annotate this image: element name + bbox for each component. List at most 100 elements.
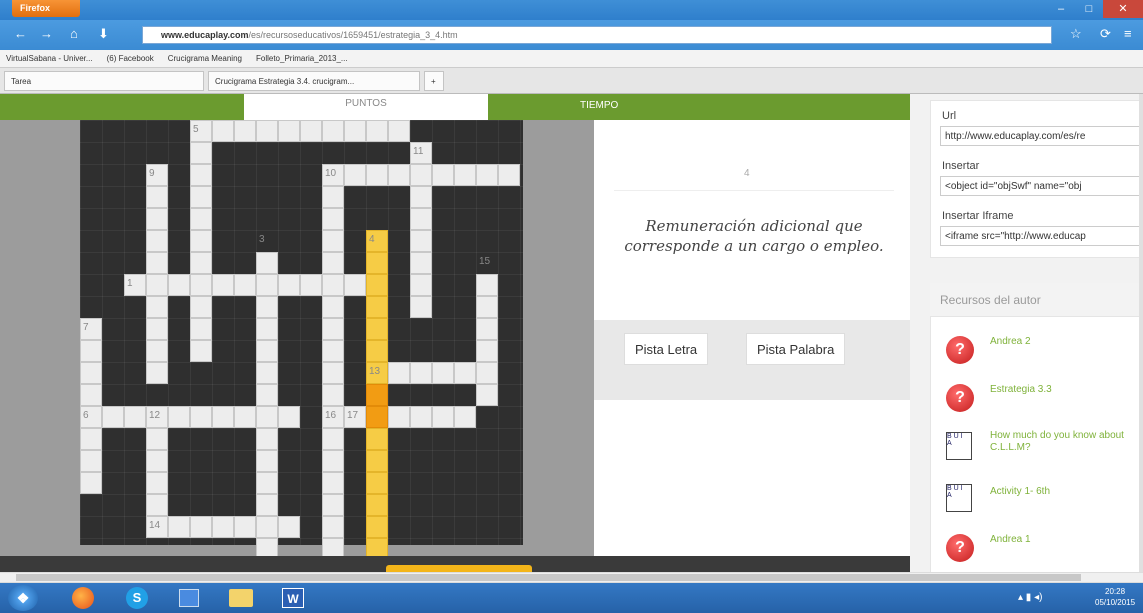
question-icon[interactable]: ? bbox=[946, 336, 974, 364]
crossword-cell[interactable] bbox=[454, 406, 476, 428]
crossword-cell[interactable] bbox=[432, 362, 454, 384]
crossword-cell[interactable] bbox=[146, 186, 168, 208]
crossword-cell[interactable] bbox=[476, 164, 498, 186]
crossword-cell[interactable] bbox=[146, 318, 168, 340]
crossword-cell[interactable] bbox=[476, 274, 498, 296]
crossword-cell[interactable] bbox=[168, 516, 190, 538]
crossword-cell[interactable] bbox=[476, 362, 498, 384]
crossword-cell[interactable] bbox=[146, 274, 168, 296]
crossword-cell[interactable] bbox=[146, 208, 168, 230]
crossword-cell[interactable] bbox=[388, 120, 410, 142]
crossword-cell[interactable] bbox=[322, 494, 344, 516]
crossword-cell[interactable] bbox=[256, 296, 278, 318]
crossword-cell[interactable] bbox=[146, 428, 168, 450]
crossword-cell[interactable] bbox=[146, 252, 168, 274]
resource-link-1[interactable]: Estrategia 3.3 bbox=[990, 384, 1130, 396]
crossword-cell[interactable] bbox=[344, 164, 366, 186]
forward-icon[interactable]: → bbox=[40, 26, 53, 41]
crossword-cell[interactable] bbox=[366, 428, 388, 450]
text-format-icon[interactable]: B U IA bbox=[946, 484, 972, 512]
crossword-cell[interactable] bbox=[256, 274, 278, 296]
crossword-cell[interactable] bbox=[190, 296, 212, 318]
crossword-cell[interactable] bbox=[410, 296, 432, 318]
url-field[interactable]: http://www.educaplay.com/es/re bbox=[940, 126, 1140, 146]
crossword-cell[interactable] bbox=[190, 230, 212, 252]
crossword-cell[interactable] bbox=[410, 230, 432, 252]
crossword-cell[interactable] bbox=[366, 296, 388, 318]
crossword-cell[interactable] bbox=[322, 472, 344, 494]
address-bar[interactable]: www.educaplay.com/es/recursoseducativos/… bbox=[142, 26, 1052, 44]
crossword-cell[interactable] bbox=[146, 362, 168, 384]
crossword-cell[interactable] bbox=[366, 450, 388, 472]
crossword-cell[interactable] bbox=[190, 516, 212, 538]
crossword-cell[interactable] bbox=[256, 428, 278, 450]
resource-link-0[interactable]: Andrea 2 bbox=[990, 336, 1130, 348]
crossword-cell[interactable] bbox=[278, 120, 300, 142]
crossword-cell[interactable] bbox=[278, 274, 300, 296]
crossword-cell[interactable] bbox=[190, 208, 212, 230]
crossword-cell[interactable] bbox=[278, 406, 300, 428]
crossword-cell[interactable] bbox=[366, 274, 388, 296]
crossword-cell[interactable] bbox=[102, 406, 124, 428]
text-format-icon[interactable]: B U IA bbox=[946, 432, 972, 460]
scrollbar-thumb[interactable] bbox=[16, 574, 1081, 581]
firefox-menu-button[interactable]: Firefox bbox=[12, 0, 80, 17]
crossword-cell[interactable] bbox=[322, 362, 344, 384]
crossword-cell[interactable] bbox=[212, 120, 234, 142]
new-tab-button[interactable]: + bbox=[424, 71, 444, 91]
firefox-icon[interactable] bbox=[62, 585, 104, 611]
crossword-cell[interactable] bbox=[256, 406, 278, 428]
crossword-cell[interactable] bbox=[256, 472, 278, 494]
crossword-cell[interactable] bbox=[366, 406, 388, 428]
tray-icons[interactable]: ▴ ▮ ◂) bbox=[1018, 592, 1042, 603]
crossword-cell[interactable] bbox=[190, 406, 212, 428]
crossword-cell[interactable] bbox=[454, 164, 476, 186]
crossword-cell[interactable] bbox=[322, 186, 344, 208]
crossword-cell[interactable] bbox=[366, 384, 388, 406]
crossword-cell[interactable] bbox=[212, 274, 234, 296]
crossword-cell[interactable] bbox=[146, 296, 168, 318]
back-icon[interactable]: ← bbox=[14, 26, 27, 41]
bookmark-item[interactable]: (6) Facebook bbox=[107, 54, 154, 63]
crossword-cell[interactable] bbox=[234, 120, 256, 142]
network-icon[interactable] bbox=[168, 585, 210, 611]
minimize-icon[interactable]: – bbox=[1047, 0, 1075, 18]
crossword-cell[interactable] bbox=[212, 516, 234, 538]
hint-letter-button[interactable]: Pista Letra bbox=[624, 333, 709, 365]
crossword-cell[interactable] bbox=[388, 164, 410, 186]
crossword-cell[interactable] bbox=[322, 340, 344, 362]
crossword-cell[interactable] bbox=[168, 406, 190, 428]
home-icon[interactable]: ⌂ bbox=[70, 26, 78, 41]
resource-link-4[interactable]: Andrea 1 bbox=[990, 534, 1130, 546]
crossword-cell[interactable] bbox=[256, 318, 278, 340]
crossword-cell[interactable] bbox=[234, 516, 256, 538]
crossword-cell[interactable] bbox=[256, 340, 278, 362]
crossword-cell[interactable] bbox=[80, 384, 102, 406]
crossword-cell[interactable] bbox=[366, 120, 388, 142]
crossword-cell[interactable] bbox=[256, 120, 278, 142]
question-icon[interactable]: ? bbox=[946, 534, 974, 562]
clock[interactable]: 20:28 05/10/2015 bbox=[1095, 586, 1135, 608]
crossword-cell[interactable] bbox=[432, 164, 454, 186]
crossword-cell[interactable] bbox=[190, 142, 212, 164]
star-icon[interactable]: ☆ bbox=[1070, 26, 1082, 42]
crossword-cell[interactable] bbox=[322, 120, 344, 142]
crossword-cell[interactable] bbox=[168, 274, 190, 296]
crossword-cell[interactable] bbox=[146, 230, 168, 252]
crossword-cell[interactable] bbox=[190, 186, 212, 208]
crossword-cell[interactable] bbox=[146, 494, 168, 516]
crossword-cell[interactable] bbox=[344, 274, 366, 296]
embed-field[interactable]: <object id="objSwf" name="obj bbox=[940, 176, 1140, 196]
crossword-cell[interactable] bbox=[366, 318, 388, 340]
close-icon[interactable]: ✕ bbox=[1103, 0, 1143, 18]
crossword-cell[interactable] bbox=[388, 362, 410, 384]
crossword-cell[interactable] bbox=[454, 362, 476, 384]
crossword-cell[interactable] bbox=[124, 406, 146, 428]
crossword-cell[interactable] bbox=[146, 450, 168, 472]
crossword-cell[interactable] bbox=[366, 252, 388, 274]
crossword-cell[interactable] bbox=[388, 406, 410, 428]
start-icon[interactable]: ❖ bbox=[8, 585, 38, 611]
menu-icon[interactable]: ≡ bbox=[1124, 26, 1132, 41]
folder-icon[interactable] bbox=[220, 585, 262, 611]
resource-link-2[interactable]: How much do you know about C.L.L.M? bbox=[990, 430, 1130, 454]
